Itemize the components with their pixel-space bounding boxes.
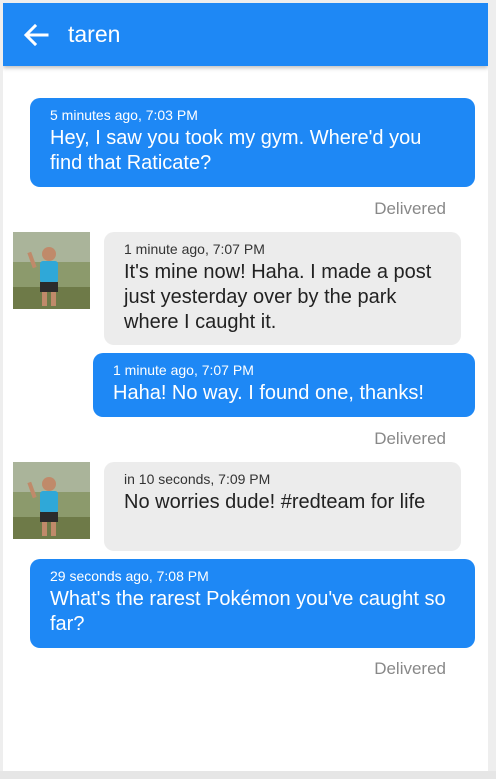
message-bubble-outgoing[interactable]: 1 minute ago, 7:07 PM Haha! No way. I fo… — [93, 353, 475, 417]
message-bubble-incoming[interactable]: 1 minute ago, 7:07 PM It's mine now! Hah… — [104, 232, 461, 345]
message-text: No worries dude! #redteam for life — [124, 491, 426, 513]
message-bubble-outgoing[interactable]: 29 seconds ago, 7:08 PM What's the rares… — [30, 559, 475, 648]
message-bubble-incoming[interactable]: in 10 seconds, 7:09 PM No worries dude! … — [104, 462, 461, 551]
message-text: What's the rarest Pokémon you've caught … — [50, 588, 446, 635]
message-bubble-outgoing[interactable]: 5 minutes ago, 7:03 PM Hey, I saw you to… — [30, 98, 475, 187]
message-timestamp: 1 minute ago, 7:07 PM — [124, 241, 265, 257]
avatar[interactable] — [13, 462, 90, 539]
conversation-title: taren — [68, 21, 121, 47]
message-timestamp: 29 seconds ago, 7:08 PM — [50, 568, 209, 584]
message-text: It's mine now! Haha. I made a post just … — [124, 261, 432, 333]
message-timestamp: in 10 seconds, 7:09 PM — [124, 471, 271, 487]
message-timestamp: 1 minute ago, 7:07 PM — [113, 362, 254, 378]
delivery-status: Delivered — [374, 199, 446, 218]
message-text: Hey, I saw you took my gym. Where'd you … — [50, 127, 422, 174]
delivery-status: Delivered — [374, 429, 446, 448]
avatar-photo — [13, 462, 90, 539]
message-timestamp: 5 minutes ago, 7:03 PM — [50, 107, 198, 123]
delivery-status: Delivered — [374, 659, 446, 678]
app-bar: taren — [3, 3, 488, 66]
avatar[interactable] — [13, 232, 90, 309]
message-text: Haha! No way. I found one, thanks! — [113, 382, 424, 404]
avatar-photo — [13, 232, 90, 309]
arrow-left-icon — [23, 23, 49, 46]
chat-screen: taren 5 minutes ago, 7:03 PM Hey, I saw … — [3, 3, 488, 773]
bottom-edge — [0, 771, 496, 779]
back-button[interactable] — [22, 21, 50, 49]
